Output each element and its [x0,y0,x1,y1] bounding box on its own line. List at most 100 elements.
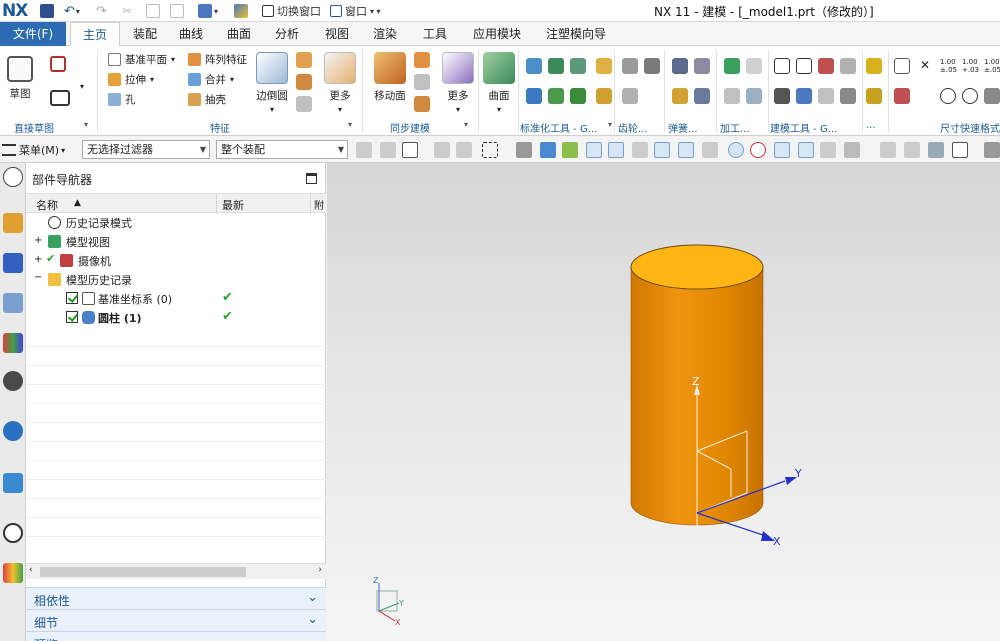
draft-icon[interactable] [296,74,312,90]
modeling-tool-icon-4[interactable] [796,88,812,104]
tab-surface[interactable]: 曲面 [218,22,260,46]
snap-end-point-icon[interactable] [586,142,602,158]
palette-icon[interactable] [3,563,23,583]
tab-mold-wizard[interactable]: 注塑模向导 [538,22,614,46]
offset-region-icon[interactable] [414,74,430,90]
snap-icon-1[interactable] [356,142,372,158]
group-std-tools-menu[interactable]: ▾ [608,120,612,129]
misc-tool-icon-2[interactable] [866,88,882,104]
snap-icon-2[interactable] [380,142,396,158]
rectangle-icon[interactable] [50,90,70,106]
gear-tool-icon-2[interactable] [644,58,660,74]
tab-tools[interactable]: 工具 [414,22,456,46]
tab-analysis[interactable]: 分析 [266,22,308,46]
copy-icon[interactable] [146,3,160,19]
tree-row-history-mode[interactable]: 历史记录模式 [26,213,326,232]
move-face-button[interactable]: 移动面 [370,52,410,103]
more-sync-button[interactable]: 更多 ▾ [440,52,476,115]
std-tool-icon-3[interactable] [570,58,586,74]
group-sync-menu[interactable]: ▾ [464,120,468,129]
snap-spline-icon[interactable] [678,142,694,158]
extrude-button[interactable]: 拉伸 ▾ [108,70,154,88]
dimension-tool-icon-1[interactable] [894,58,910,74]
web-browser-icon[interactable] [3,371,23,391]
hole-button[interactable]: 孔 [108,90,136,108]
scroll-right-icon[interactable]: › [318,565,322,575]
part-navigator-icon[interactable] [3,293,23,313]
unite-button[interactable]: 合并 ▾ [188,70,234,88]
rectangle-select-icon[interactable] [482,142,498,158]
tab-file[interactable]: 文件(F) [0,22,66,46]
snap-curve-icon[interactable] [654,142,670,158]
view-tool-icon-2[interactable] [904,142,920,158]
tree-row-cameras[interactable]: + ✔ 摄像机 [26,251,326,270]
snap-mid-point-icon[interactable] [608,142,624,158]
horizontal-scrollbar[interactable]: ‹ › [26,563,326,579]
diameter-icon[interactable] [940,88,956,104]
tab-assembly[interactable]: 装配 [124,22,166,46]
selection-filter-select[interactable]: 无选择过滤器 ▼ [82,140,210,159]
dim-format-1[interactable]: 1.00 ±.05 [940,58,958,74]
spring-tool-icon-2[interactable] [694,58,710,74]
refresh-view-icon[interactable] [928,142,944,158]
snap-intersection-icon[interactable] [774,142,790,158]
tab-curve[interactable]: 曲线 [170,22,212,46]
select-face-icon[interactable] [516,142,532,158]
sort-ascending-icon[interactable]: ▲ [74,198,81,208]
tab-render[interactable]: 渲染 [364,22,406,46]
tree-row-model-views[interactable]: + 模型视图 [26,232,326,251]
spring-tool-icon-1[interactable] [672,58,688,74]
snap-center-icon[interactable] [728,142,744,158]
maximize-icon[interactable] [306,173,317,184]
group-feature-menu[interactable]: ▾ [348,120,352,129]
gear-tool-icon-1[interactable] [622,58,638,74]
select-body-icon[interactable] [540,142,556,158]
misc-tool-icon-1[interactable] [866,58,882,74]
chamfer-icon[interactable] [296,52,312,68]
dimension-tool-icon-2[interactable] [894,88,910,104]
paste-icon[interactable] [170,3,184,19]
panel-details[interactable]: 细节 ⌄ [26,609,326,631]
triangle-tool-icon[interactable] [774,58,790,74]
clear-dimension-icon[interactable]: ✕ [920,58,930,72]
curve-icon[interactable] [50,56,66,72]
snap-icon-6[interactable] [702,142,718,158]
view-tool-icon-1[interactable] [880,142,896,158]
visibility-checkbox[interactable] [66,311,78,323]
panel-preview[interactable]: 预览 ⌄ [26,631,326,641]
std-tool-icon-7[interactable] [570,88,586,104]
panel-dependencies[interactable]: 相依性 ⌄ [26,587,326,609]
info-icon[interactable] [3,421,23,441]
pattern-feature-button[interactable]: 阵列特征 [188,50,247,68]
tree-row-model-history[interactable]: − 模型历史记录 [26,270,326,289]
std-tool-icon-4[interactable] [596,58,612,74]
undo-icon[interactable]: ↶ ▾ [64,3,80,19]
tree-row-datum-csys[interactable]: 基准坐标系 (0) ✔ [26,289,326,308]
column-name[interactable]: 名称 [36,197,58,213]
std-tool-icon-6[interactable] [548,88,564,104]
redo-icon[interactable]: ↷ [96,3,107,19]
datum-plane-button[interactable]: 基准平面 ▾ [108,50,175,68]
modeling-tool-icon-6[interactable] [840,88,856,104]
view-triad[interactable]: Z Y X [373,576,404,627]
modeling-tool-icon-5[interactable] [818,88,834,104]
spring-tool-icon-4[interactable] [694,88,710,104]
delete-face-icon[interactable] [414,96,430,112]
settings-gear-icon[interactable] [3,167,23,187]
expand-icon[interactable]: + [34,254,42,265]
cylinder-quick-icon[interactable]: ▾ [198,3,218,19]
graphics-viewport[interactable]: Z Y X Z Y X [327,163,1000,641]
select-point-icon[interactable] [402,142,418,158]
edge-blend-button[interactable]: 边倒圆 ▾ [254,52,290,115]
save-icon[interactable] [40,3,54,19]
scrollbar-thumb[interactable] [40,567,246,577]
selection-scope-select[interactable]: 整个装配 ▼ [216,140,348,159]
snap-icon-7[interactable] [820,142,836,158]
snap-icon-8[interactable] [844,142,860,158]
machining-tool-icon-3[interactable] [724,88,740,104]
history-clock-icon[interactable] [3,523,23,543]
modeling-tool-icon-1[interactable] [818,58,834,74]
cut-icon[interactable]: ✂ [122,3,132,19]
spring-tool-icon-3[interactable] [672,88,688,104]
std-tool-icon-5[interactable] [526,88,542,104]
